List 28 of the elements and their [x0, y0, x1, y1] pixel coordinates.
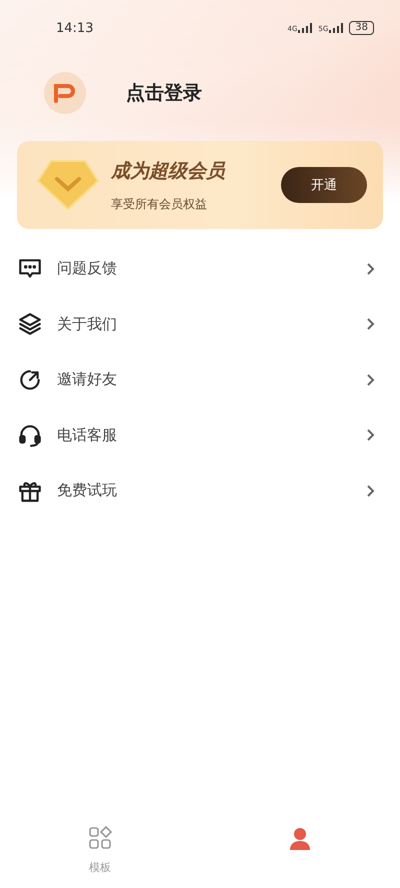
logo-icon — [53, 83, 77, 103]
nav-label: 模板 — [89, 860, 111, 875]
diamond-icon — [37, 159, 99, 211]
menu-row[interactable]: 关于我们 — [0, 296, 400, 352]
user-icon — [288, 826, 312, 850]
menu-label: 邀请好友 — [57, 370, 118, 390]
menu-row[interactable]: 免费试玩 — [0, 463, 400, 518]
chevron-right-icon — [366, 372, 376, 387]
menu-row[interactable]: 问题反馈 — [0, 241, 400, 296]
grid-icon — [88, 826, 112, 850]
status-time: 14:13 — [56, 20, 94, 36]
avatar[interactable] — [44, 72, 86, 114]
menu-label: 问题反馈 — [57, 259, 118, 278]
vip-subtitle: 享受所有会员权益 — [111, 196, 208, 212]
chevron-right-icon — [366, 262, 376, 276]
vip-title: 成为超级会员 — [111, 158, 226, 184]
chevron-right-icon — [366, 428, 376, 442]
menu-row[interactable]: 电话客服 — [0, 408, 400, 463]
menu-row[interactable]: 邀请好友 — [0, 352, 400, 408]
chevron-right-icon — [366, 484, 376, 498]
menu-label: 关于我们 — [57, 314, 118, 334]
menu-label: 免费试玩 — [57, 481, 118, 500]
layers-icon — [17, 311, 43, 338]
activate-button[interactable]: 开通 — [281, 167, 367, 203]
battery-indicator: 38 — [349, 21, 374, 35]
login-link[interactable]: 点击登录 — [126, 80, 202, 106]
menu-label: 电话客服 — [57, 426, 118, 445]
chevron-right-icon — [366, 317, 376, 332]
